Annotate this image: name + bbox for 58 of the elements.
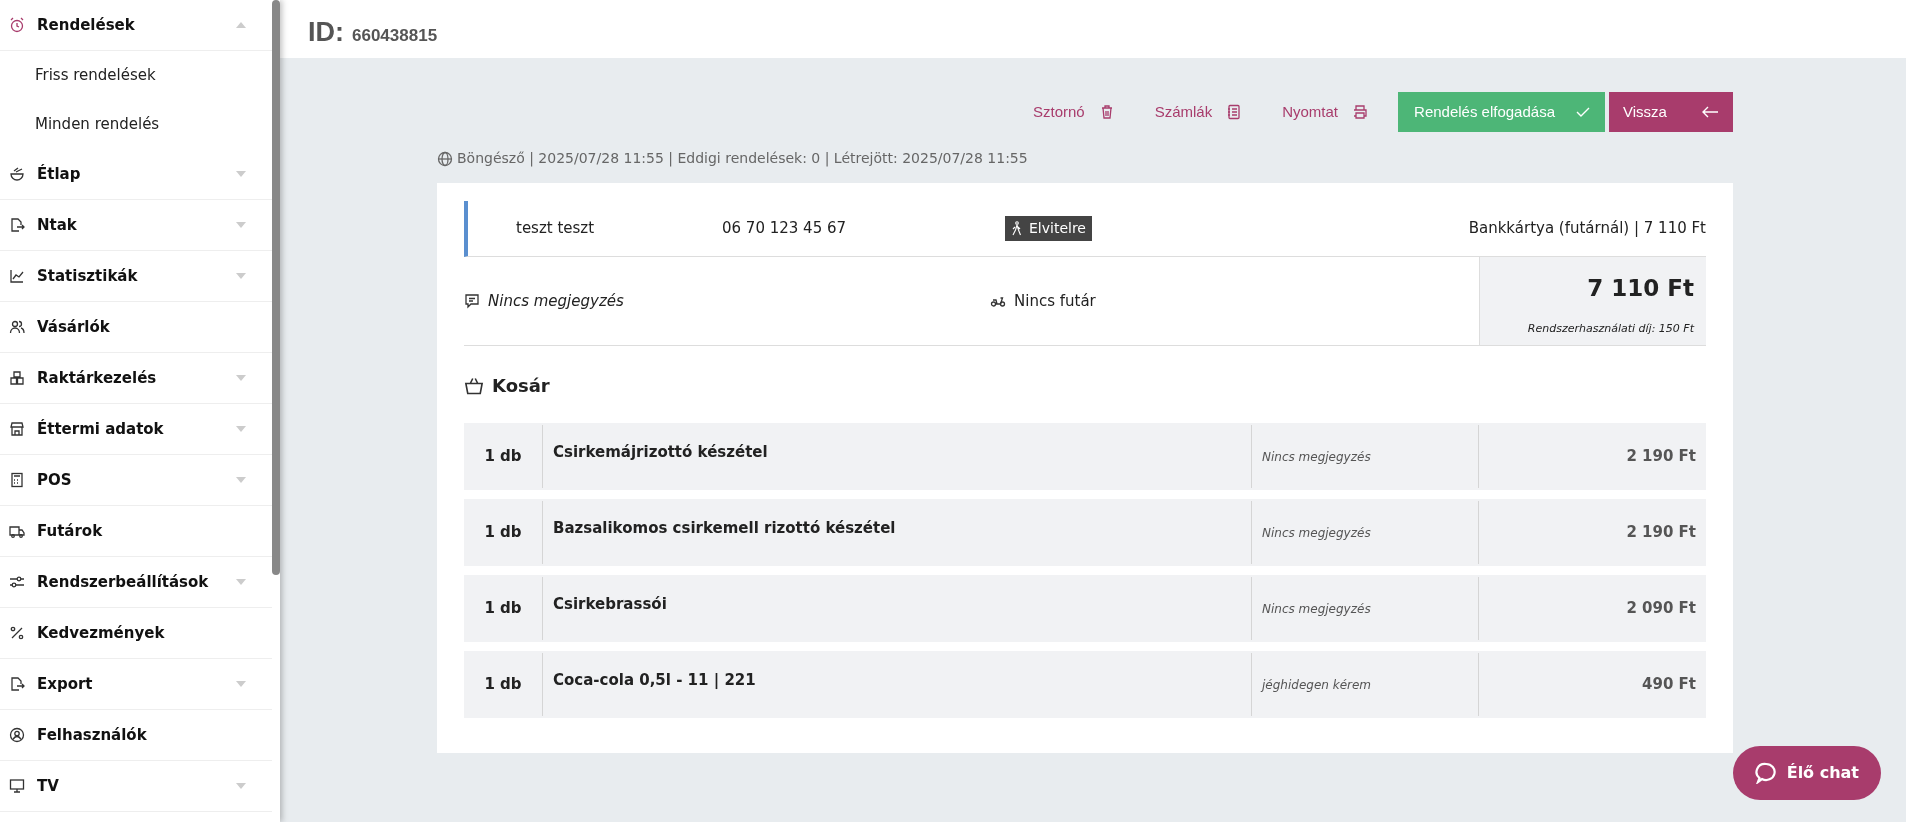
sidebar-item[interactable]: Export (0, 659, 272, 710)
printer-icon (1352, 104, 1369, 120)
sidebar-item[interactable]: Raktárkezelés (0, 353, 272, 404)
action-link[interactable]: Sztornó (1014, 100, 1133, 124)
sidebar-item[interactable]: Kedvezmények (0, 608, 272, 659)
payment-info: Bankkártya (futárnál) | 7 110 Ft (1468, 218, 1706, 240)
sidebar-subitem[interactable]: Friss rendelések (0, 51, 272, 100)
delivery-badge: Elvitelre (1005, 216, 1092, 241)
action-link[interactable]: Nyomtat (1264, 100, 1387, 124)
service-fee: Rendszerhasználati díj: 150 Ft (1526, 320, 1694, 337)
item-name: Coca-cola 0,5l - 11 | 221 (543, 653, 1252, 716)
item-quantity: 1 db (464, 425, 543, 488)
sidebar-item[interactable]: Statisztikák (0, 251, 272, 302)
walking-person-icon (1011, 221, 1023, 236)
order-total: 7 110 Ft (1586, 274, 1694, 303)
action-link[interactable]: Számlák (1136, 100, 1261, 124)
item-quantity: 1 db (464, 501, 543, 564)
customer-name: teszt teszt (515, 218, 596, 240)
basket-icon (464, 375, 484, 396)
phone-number: 06 70 123 45 67 (722, 218, 848, 240)
sidebar-item[interactable]: Futárok (0, 506, 272, 557)
comment-icon (464, 293, 480, 309)
sidebar-item[interactable]: Rendszerbeállítások (0, 557, 272, 608)
item-note: Nincs megjegyzés (1252, 425, 1479, 488)
sidebar-item[interactable]: Rendelések (0, 0, 272, 51)
order-meta: Böngésző | 2025/07/28 11:55 | Eddigi rendelések: 0 | Létrejött: 2025/07/28 11:55 (457, 149, 1028, 169)
item-price: 2 190 Ft (1625, 522, 1697, 544)
order-note: Nincs megjegyzés (488, 290, 624, 312)
item-note: Nincs megjegyzés (1252, 577, 1479, 640)
chat-bubble-icon (1754, 762, 1777, 784)
sidebar-item[interactable]: Éttermi adatok (0, 404, 272, 455)
sidebar-item[interactable]: Étlap (0, 149, 272, 200)
notebook-icon (1226, 104, 1243, 120)
item-price: 490 Ft (1641, 674, 1697, 696)
back-button[interactable]: Vissza (1609, 92, 1733, 132)
sidebar-item[interactable]: Ntak (0, 200, 272, 251)
id-label: ID: (308, 16, 344, 49)
item-price: 2 090 Ft (1625, 598, 1697, 620)
sidebar-subitem[interactable]: Minden rendelés (0, 100, 272, 149)
arrow-left-icon (1701, 105, 1719, 119)
sidebar-item[interactable]: TV (0, 761, 272, 812)
item-name: Csirkebrassói (543, 577, 1252, 640)
courier-info: Nincs futár (1014, 290, 1096, 312)
scrollbar[interactable] (272, 0, 280, 575)
cart-title: Kosár (492, 374, 550, 398)
item-note: Nincs megjegyzés (1252, 501, 1479, 564)
live-chat-button[interactable]: Élő chat (1732, 746, 1881, 800)
sidebar-item[interactable]: POS (0, 455, 272, 506)
item-name: Bazsalikomos csirkemell rizottó készétel (543, 501, 1252, 564)
item-price: 2 190 Ft (1625, 446, 1697, 468)
globe-icon (437, 150, 453, 167)
sidebar-item[interactable]: Vásárlók (0, 302, 272, 353)
item-note: jéghidegen kérem (1252, 653, 1479, 716)
order-id: 660438815 (352, 25, 438, 47)
sidebar-item[interactable]: Felhasználók (0, 710, 272, 761)
item-quantity: 1 db (464, 653, 543, 716)
item-name: Csirkemájrizottó készétel (543, 425, 1252, 488)
item-quantity: 1 db (464, 577, 543, 640)
